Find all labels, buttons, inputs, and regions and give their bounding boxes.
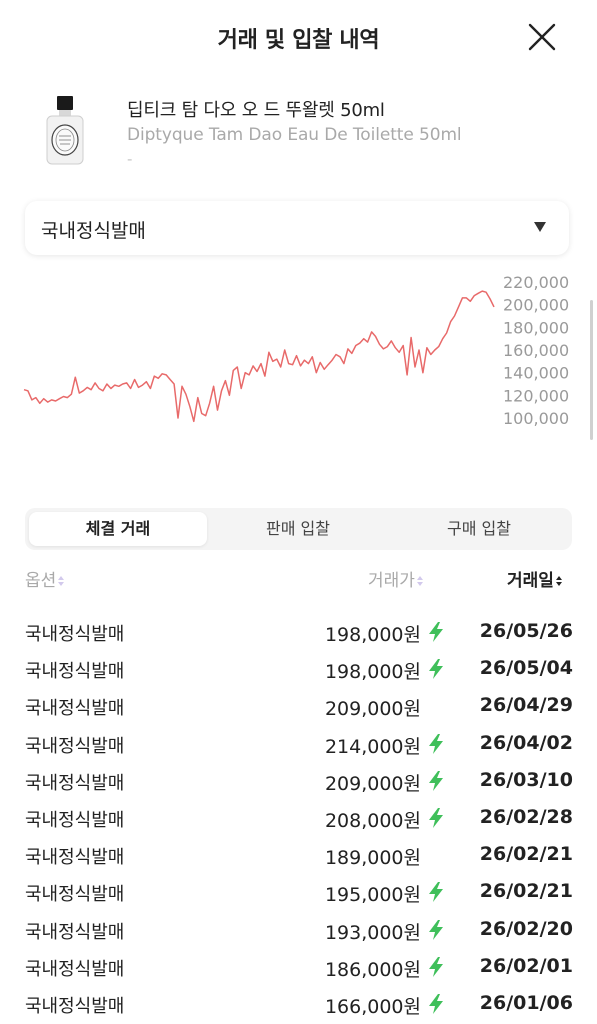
table-row: 국내정식발매 189,000원 26/02/21 xyxy=(0,837,597,874)
y-tick-label: 100,000 xyxy=(503,409,569,428)
row-price: 209,000원 xyxy=(324,772,421,795)
column-date[interactable]: 거래일 xyxy=(507,566,563,591)
tab-buy-bids[interactable]: 구매 입찰 xyxy=(390,512,568,546)
lightning-icon xyxy=(429,882,443,903)
trade-tabs: 체결 거래 판매 입찰 구매 입찰 xyxy=(25,508,572,550)
product-name-korean: 딥티크 탐 다오 오 드 뚜왈렛 50ml xyxy=(127,100,385,121)
row-option: 국내정식발매 xyxy=(25,995,125,1017)
table-row: 국내정식발매 186,000원 26/02/01 xyxy=(0,949,597,986)
row-option: 국내정식발매 xyxy=(25,921,125,943)
triangle-down-icon xyxy=(534,222,546,232)
lightning-icon xyxy=(429,733,443,754)
row-price: 193,000원 xyxy=(324,921,421,944)
option-select-value: 국내정식발매 xyxy=(41,220,146,242)
row-price: 166,000원 xyxy=(324,995,421,1018)
page-title: 거래 및 입찰 내역 xyxy=(217,28,380,53)
product-subtext: - xyxy=(127,150,133,168)
lightning-icon xyxy=(429,919,443,940)
scrollbar[interactable] xyxy=(590,300,593,440)
table-row: 국내정식발매 214,000원 26/04/02 xyxy=(0,726,597,763)
table-row: 국내정식발매 166,000원 26/01/06 xyxy=(0,986,597,1023)
row-date: 26/03/10 xyxy=(479,768,573,791)
row-price: 186,000원 xyxy=(324,958,421,981)
column-price[interactable]: 거래가 xyxy=(368,566,424,591)
row-date: 26/02/21 xyxy=(479,880,573,903)
close-icon xyxy=(528,23,556,51)
row-option: 국내정식발매 xyxy=(25,661,125,683)
lightning-icon xyxy=(429,807,443,828)
product-info: 딥티크 탐 다오 오 드 뚜왈렛 50ml Diptyque Tam Dao E… xyxy=(0,84,597,184)
table-row: 국내정식발매 195,000원 26/02/21 xyxy=(0,874,597,911)
lightning-icon xyxy=(429,993,443,1014)
row-price: 198,000원 xyxy=(324,661,421,684)
y-tick-label: 220,000 xyxy=(503,273,569,292)
price-chart[interactable]: 220,000 200,000 180,000 160,000 140,000 120,0… xyxy=(0,266,597,476)
column-option[interactable]: 옵션 xyxy=(25,566,65,591)
sort-icon xyxy=(58,576,65,586)
row-option: 국내정식발매 xyxy=(25,809,125,831)
table-row: 국내정식발매 198,000원 26/05/26 xyxy=(0,614,597,651)
tab-sell-bids[interactable]: 판매 입찰 xyxy=(209,512,387,546)
row-option: 국내정식발매 xyxy=(25,958,125,980)
trade-list: 국내정식발매 198,000원 26/05/26 국내정식발매 198,000원 26/0… xyxy=(0,614,597,1023)
row-price: 208,000원 xyxy=(324,809,421,832)
row-price: 195,000원 xyxy=(324,884,421,907)
sort-icon xyxy=(416,576,423,586)
row-price: 189,000원 xyxy=(324,847,421,870)
lightning-icon xyxy=(429,622,443,642)
column-price-label: 거래가 xyxy=(368,571,415,591)
trade-history-sheet: 거래 및 입찰 내역 딥티크 탐 다오 오 드 뚜왈렛 50ml Diptyqu… xyxy=(0,0,597,1024)
row-price: 209,000원 xyxy=(324,698,421,721)
row-date: 26/05/26 xyxy=(479,620,573,642)
price-chart-svg: 220,000 200,000 180,000 160,000 140,000 120,0… xyxy=(23,273,569,428)
row-date: 26/05/04 xyxy=(479,657,573,680)
price-line xyxy=(23,290,495,423)
table-row: 국내정식발매 208,000원 26/02/28 xyxy=(0,800,597,837)
lightning-icon xyxy=(429,770,443,791)
row-option: 국내정식발매 xyxy=(25,884,125,906)
row-price: 198,000원 xyxy=(324,624,421,646)
row-price: 214,000원 xyxy=(324,735,421,758)
lightning-icon xyxy=(429,956,443,977)
y-tick-label: 120,000 xyxy=(503,386,569,405)
row-date: 26/04/02 xyxy=(479,731,573,754)
y-tick-label: 180,000 xyxy=(503,318,569,337)
y-tick-label: 200,000 xyxy=(503,296,569,315)
product-name-english: Diptyque Tam Dao Eau De Toilette 50ml xyxy=(127,125,462,145)
row-option: 국내정식발매 xyxy=(25,735,125,757)
option-select[interactable]: 국내정식발매 xyxy=(25,201,569,255)
y-tick-label: 160,000 xyxy=(503,341,569,360)
row-option: 국내정식발매 xyxy=(25,624,125,645)
row-date: 26/01/06 xyxy=(479,991,573,1014)
row-option: 국내정식발매 xyxy=(25,698,125,720)
sort-icon xyxy=(555,576,562,586)
column-date-label: 거래일 xyxy=(507,571,554,591)
table-row: 국내정식발매 209,000원 26/03/10 xyxy=(0,763,597,800)
table-row: 국내정식발매 198,000원 26/05/04 xyxy=(0,651,597,688)
header: 거래 및 입찰 내역 xyxy=(0,0,597,78)
table-row: 국내정식발매 209,000원 26/04/29 xyxy=(0,688,597,725)
row-date: 26/02/01 xyxy=(479,954,573,977)
row-date: 26/02/20 xyxy=(479,917,573,940)
lightning-icon xyxy=(429,659,443,680)
row-date: 26/04/29 xyxy=(479,694,573,717)
table-row: 국내정식발매 193,000원 26/02/20 xyxy=(0,912,597,949)
row-option: 국내정식발매 xyxy=(25,847,125,869)
tab-completed-trades[interactable]: 체결 거래 xyxy=(29,512,207,546)
row-date: 26/02/28 xyxy=(479,805,573,828)
product-thumbnail xyxy=(40,96,90,166)
row-date: 26/02/21 xyxy=(479,843,573,866)
table-header: 옵션 거래가 거래일 xyxy=(0,562,597,594)
y-tick-label: 140,000 xyxy=(503,364,569,383)
row-option: 국내정식발매 xyxy=(25,772,125,794)
column-option-label: 옵션 xyxy=(25,571,57,591)
close-button[interactable] xyxy=(527,22,557,52)
